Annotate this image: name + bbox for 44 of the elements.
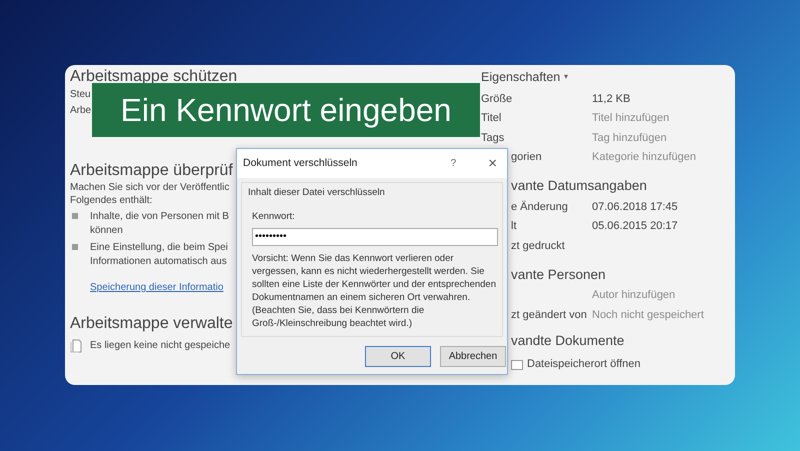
- property-value[interactable]: Autor hinzufügen: [592, 287, 676, 304]
- section-heading[interactable]: Eigenschaften: [481, 68, 560, 86]
- property-label: zt geändert von: [511, 308, 587, 320]
- bullet-text: können: [90, 224, 123, 238]
- title-banner: Ein Kennwort eingeben: [92, 83, 480, 137]
- section-heading: vante Personen: [511, 266, 606, 284]
- property-value[interactable]: Tag hinzufügen: [592, 130, 667, 146]
- property-value[interactable]: Noch nicht gespeichert: [592, 306, 704, 323]
- property-value: 11,2 KB: [592, 92, 630, 106]
- section-heading: vante Datumsangaben: [511, 177, 647, 196]
- section-heading: Arbeitsmappe verwalte: [70, 314, 233, 334]
- description-text: Folgendes enthält:: [70, 194, 152, 207]
- dialog-button[interactable]: Abbrechen: [440, 346, 506, 367]
- property-label: Titel: [481, 112, 502, 124]
- section-heading: Arbeitsmappe überprüf: [70, 161, 233, 181]
- property-value: 07.06.2018 17:45: [592, 200, 678, 214]
- property-label: e Änderung: [511, 200, 568, 212]
- property-label: Größe: [481, 92, 512, 104]
- property-label: Tags: [481, 132, 504, 144]
- description-text: Arbe: [70, 104, 92, 118]
- link[interactable]: Speicherung dieser Informatio: [90, 282, 224, 293]
- bullet-text: Eine Einstellung, die beim Spei: [90, 241, 228, 255]
- description-text: Es liegen keine nicht gespeiche: [90, 339, 230, 353]
- help-button[interactable]: ?: [450, 156, 456, 171]
- bullet-text: Inhalte, die von Personen mit B: [90, 210, 229, 224]
- property-label: lt: [511, 220, 516, 232]
- property-label: gorien: [511, 151, 542, 163]
- warning-text: Vorsicht: Wenn Sie das Kennwort verlieren oder vergessen, kann es nicht wiederhergestellt werden. Sie sollten eine Liste der Kennwörter und der entsprechenden Dokumentnamen an einem sicheren Ort verwahren. (Beachten Sie, dass bei Kennwörtern die Groß-/Kleinschreibung beachtet wird.): [252, 252, 497, 330]
- property-value[interactable]: Titel hinzufügen: [592, 110, 670, 126]
- link[interactable]: Dateispeicherort öffnen: [527, 356, 641, 373]
- field-label: Kennwort:: [252, 210, 295, 224]
- close-button[interactable]: ×: [488, 156, 497, 171]
- description-text: Steu: [70, 88, 91, 102]
- property-label: zt gedruckt: [511, 240, 565, 252]
- caret-icon[interactable]: ▾: [564, 71, 568, 83]
- property-value[interactable]: Kategorie hinzufügen: [592, 149, 696, 166]
- dialog-button[interactable]: OK: [365, 346, 431, 367]
- property-value: 05.06.2015 20:17: [592, 219, 678, 234]
- description-text: Machen Sie sich vor der Veröffentlic: [70, 181, 230, 194]
- bullet-text: Informationen automatisch aus: [90, 255, 227, 269]
- dialog-title: Dokument verschlüsseln: [243, 156, 358, 171]
- section-heading: vandte Dokumente: [511, 332, 624, 350]
- group-label: Inhalt dieser Datei verschlüsseln: [248, 186, 385, 200]
- password-field[interactable]: •••••••••: [252, 228, 498, 246]
